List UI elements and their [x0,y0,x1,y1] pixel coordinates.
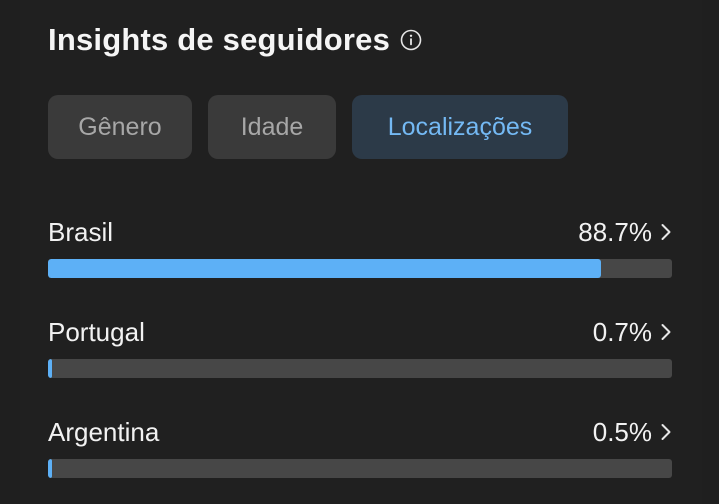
tab-gender-label: Gênero [78,112,162,141]
page-title: Insights de seguidores [48,22,391,57]
insight-tabs: Gênero Idade Localizações [48,95,568,159]
tab-locations[interactable]: Localizações [352,95,568,159]
progress-fill [48,359,53,378]
chevron-right-icon [660,223,672,241]
location-percent: 88.7% [578,216,652,247]
tab-gender[interactable]: Gênero [48,95,192,159]
progress-track [48,459,672,478]
chevron-right-icon [660,423,672,441]
tab-age-label: Idade [240,112,304,141]
follower-insights-panel: Insights de seguidores Gênero Idade Loca… [20,0,702,504]
location-row-argentina[interactable]: Argentina 0.5% [48,410,672,504]
location-percent: 0.7% [592,316,652,347]
insights-header: Insights de seguidores [48,22,422,58]
location-name: Portugal [48,316,145,347]
progress-track [48,359,672,378]
progress-fill [48,459,52,478]
chevron-right-icon [660,323,672,341]
info-icon[interactable] [400,29,422,51]
locations-list: Brasil 88.7% Portugal 0.7% Argentina 0.5… [48,210,672,504]
tab-locations-label: Localizações [387,112,533,141]
location-name: Argentina [48,416,160,447]
location-percent: 0.5% [592,416,652,447]
progress-track [48,259,672,278]
tab-age[interactable]: Idade [208,95,336,159]
location-row-brasil[interactable]: Brasil 88.7% [48,210,672,310]
progress-fill [48,259,602,278]
location-row-portugal[interactable]: Portugal 0.7% [48,310,672,410]
location-name: Brasil [48,216,114,247]
